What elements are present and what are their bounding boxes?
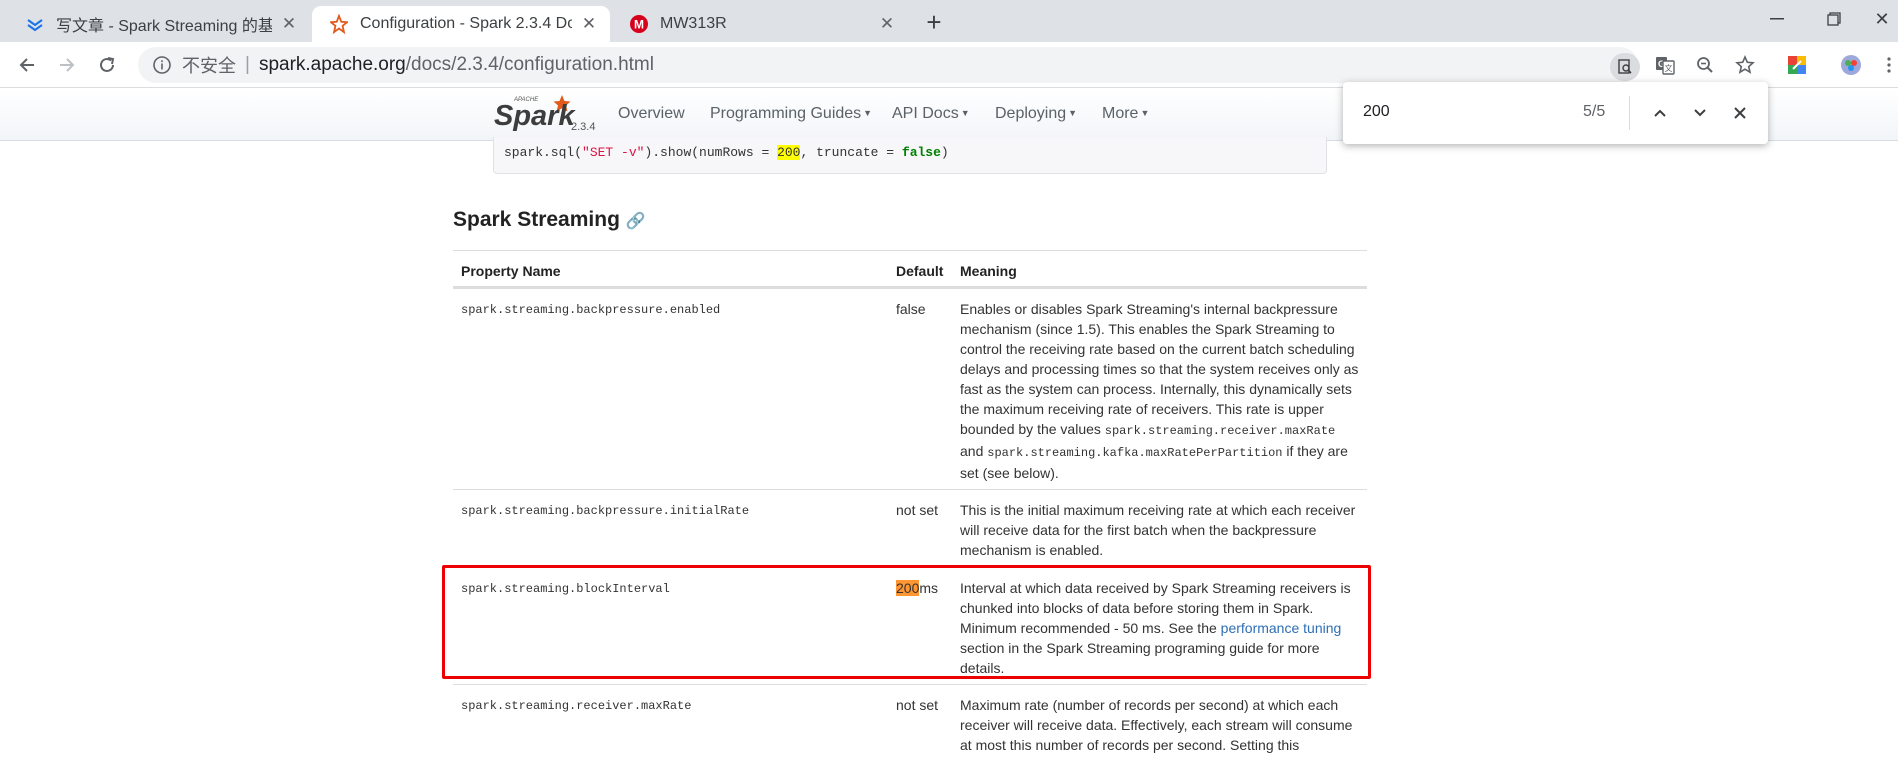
find-previous-icon[interactable] — [1646, 99, 1674, 127]
caret-down-icon: ▼ — [863, 108, 873, 118]
nav-deploying[interactable]: Deploying ▼ — [995, 105, 1077, 123]
header-default: Default — [896, 263, 944, 279]
nav-label: Overview — [618, 105, 685, 122]
menu-dots-icon[interactable] — [1880, 50, 1898, 80]
find-divider — [1629, 96, 1630, 130]
restore-icon[interactable] — [1811, 4, 1857, 34]
info-icon[interactable] — [152, 55, 172, 75]
find-close-icon[interactable] — [1726, 99, 1754, 127]
zhihu-write-icon — [26, 15, 44, 33]
tab-title: Configuration - Spark 2.3.4 Do — [360, 15, 572, 32]
code-text: , truncate = — [800, 145, 902, 160]
annotation-highlight-box — [442, 565, 1371, 679]
url-separator: | — [245, 54, 250, 75]
property-name: spark.streaming.receiver.maxRate — [461, 699, 692, 713]
header-meaning: Meaning — [960, 263, 1017, 279]
nav-label: Deploying — [995, 105, 1067, 122]
meaning-text: Enables or disables Spark Streaming's in… — [960, 301, 1359, 437]
forward-icon[interactable] — [52, 50, 82, 80]
extension-icon[interactable] — [1782, 50, 1812, 80]
link-anchor-icon[interactable]: 🔗 — [626, 213, 646, 230]
property-meaning: Maximum rate (number of records per seco… — [960, 697, 1353, 753]
code-keyword: false — [901, 145, 941, 160]
nav-overview[interactable]: Overview — [618, 105, 685, 123]
section-title-text: Spark Streaming — [453, 208, 620, 231]
tab-title: MW313R — [660, 15, 727, 32]
code-text: ).show(numRows = — [644, 145, 778, 160]
code-block: spark.sql("SET -v").show(numRows = 200, … — [493, 137, 1327, 174]
property-name: spark.streaming.backpressure.enabled — [461, 303, 721, 317]
translate-icon[interactable]: G文 — [1650, 50, 1680, 80]
property-default: not set — [896, 697, 939, 713]
find-match-highlight: 200 — [777, 145, 801, 160]
code-text: spark.sql( — [504, 145, 583, 160]
section-heading: Spark Streaming 🔗 — [453, 208, 646, 232]
find-in-page-icon[interactable] — [1610, 53, 1640, 81]
property-meaning: Enables or disables Spark Streaming's in… — [960, 299, 1362, 483]
tab-zhihu[interactable]: 写文章 - Spark Streaming 的基 ✕ — [8, 6, 310, 42]
nav-label: Programming Guides — [710, 105, 862, 122]
nav-label: API Docs — [892, 105, 959, 122]
code-string: "SET -v" — [582, 145, 645, 160]
find-bar: 200 5/5 — [1343, 82, 1768, 144]
back-icon[interactable] — [12, 50, 42, 80]
zoom-icon[interactable] — [1690, 50, 1720, 80]
svg-text:文: 文 — [1665, 63, 1673, 73]
tab-spark-config[interactable]: Configuration - Spark 2.3.4 Do ✕ — [312, 6, 610, 42]
spark-star-icon — [330, 14, 348, 34]
profile-avatar-icon[interactable] — [1836, 50, 1866, 80]
property-name: spark.streaming.backpressure.initialRate — [461, 504, 750, 518]
nav-label: More — [1102, 105, 1139, 122]
close-tab-icon[interactable]: ✕ — [876, 13, 898, 35]
spark-logo[interactable]: APACHE Spark 2.3.4 — [492, 91, 602, 137]
find-match-count: 5/5 — [1583, 103, 1606, 120]
table-header: Property Name Default Meaning — [453, 250, 1367, 288]
tab-mw313r[interactable]: M MW313R ✕ — [612, 6, 908, 42]
find-input[interactable]: 200 — [1363, 103, 1390, 121]
bookmark-star-icon[interactable] — [1730, 50, 1760, 80]
close-tab-icon[interactable]: ✕ — [278, 13, 300, 35]
logo-spark-text: Spark — [494, 100, 576, 132]
inline-code: spark.streaming.receiver.maxRate — [1104, 424, 1336, 438]
svg-text:M: M — [634, 18, 644, 32]
table-row: spark.streaming.receiver.maxRate not set… — [453, 684, 1367, 764]
code-text: ) — [940, 145, 949, 160]
code-line: spark.sql("SET -v").show(numRows = 200, … — [504, 145, 949, 160]
nav-api-docs[interactable]: API Docs ▼ — [892, 105, 970, 123]
security-label: 不安全 — [182, 56, 236, 76]
minimize-icon[interactable] — [1754, 4, 1800, 34]
caret-down-icon: ▼ — [1140, 108, 1150, 118]
table-row: spark.streaming.backpressure.initialRate… — [453, 489, 1367, 567]
tab-title: 写文章 - Spark Streaming 的基 — [56, 18, 272, 35]
inline-code: spark.streaming.kafka.maxRatePerPartitio… — [987, 446, 1283, 460]
url-path: /docs/2.3.4/configuration.html — [405, 54, 654, 75]
meaning-text: and — [960, 443, 988, 459]
nav-more[interactable]: More ▼ — [1102, 105, 1149, 123]
header-property-name: Property Name — [461, 263, 561, 279]
property-default: false — [896, 301, 926, 317]
table-row: spark.streaming.backpressure.enabled fal… — [453, 288, 1367, 489]
close-window-icon[interactable]: ✕ — [1866, 4, 1898, 34]
nav-programming-guides[interactable]: Programming Guides ▼ — [710, 105, 872, 123]
caret-down-icon: ▼ — [1068, 108, 1078, 118]
find-next-icon[interactable] — [1686, 99, 1714, 127]
address-bar[interactable]: 不安全 | spark.apache.org/docs/2.3.4/config… — [138, 47, 1638, 83]
caret-down-icon: ▼ — [960, 108, 970, 118]
tab-strip: 写文章 - Spark Streaming 的基 ✕ Configuration… — [0, 0, 1898, 42]
new-tab-button[interactable]: + — [920, 9, 948, 37]
property-meaning: This is the initial maximum receiving ra… — [960, 502, 1356, 558]
close-tab-icon[interactable]: ✕ — [578, 13, 600, 35]
url-host: spark.apache.org — [258, 54, 406, 75]
version-label: 2.3.4 — [571, 121, 595, 133]
reload-icon[interactable] — [92, 50, 122, 80]
mercury-router-icon: M — [630, 15, 648, 33]
property-default: not set — [896, 502, 939, 518]
